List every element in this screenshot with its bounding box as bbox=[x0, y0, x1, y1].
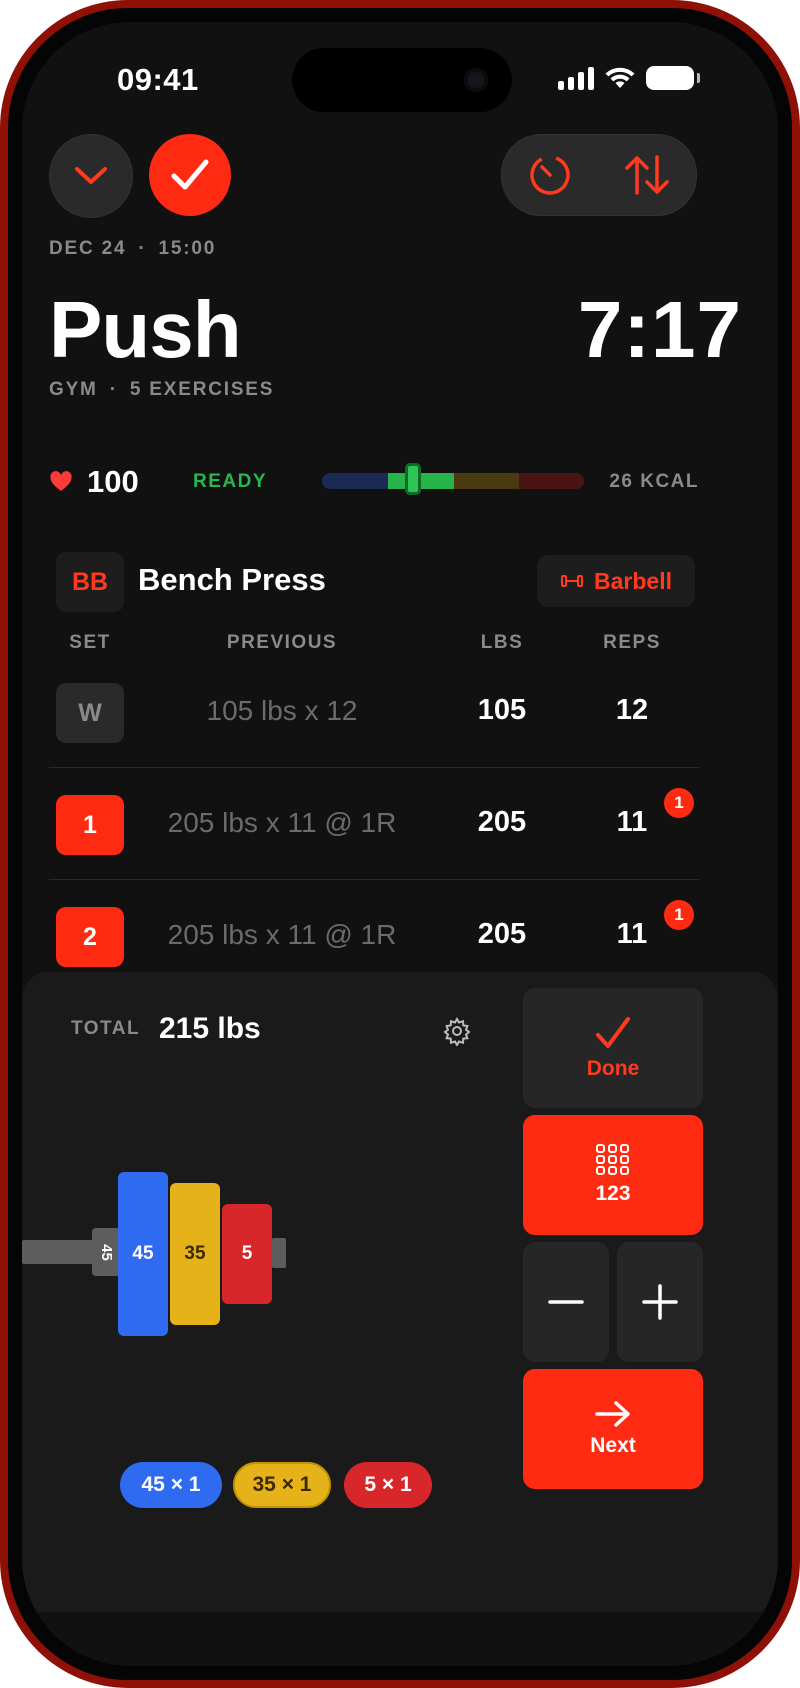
separator-dot: · bbox=[138, 238, 147, 259]
intensity-bar bbox=[322, 473, 584, 489]
set-row-warmup: W 105 lbs x 12 105 12 bbox=[22, 667, 778, 777]
header-set: SET bbox=[69, 632, 111, 653]
weight-value[interactable]: 205 bbox=[452, 918, 552, 951]
barbell-end bbox=[272, 1238, 286, 1268]
barbell-shaft bbox=[22, 1240, 102, 1264]
plate-calculator-sheet: TOTAL 215 lbs 45 45 35 5 45 × 1 35 × 1 5… bbox=[22, 972, 778, 1612]
plate-chip-35[interactable]: 35 × 1 bbox=[233, 1462, 331, 1508]
previous-value[interactable]: 205 lbs x 11 @ 1R bbox=[162, 807, 402, 839]
set-number-badge[interactable]: 1 bbox=[56, 795, 124, 855]
workout-date: DEC 24 bbox=[49, 238, 127, 259]
reps-value[interactable]: 12 bbox=[582, 694, 682, 727]
done-label: Done bbox=[586, 1057, 640, 1080]
total-label: TOTAL bbox=[71, 1018, 141, 1039]
plus-icon bbox=[642, 1284, 678, 1320]
signal-icon bbox=[558, 66, 594, 90]
workout-start-time: 15:00 bbox=[158, 238, 217, 259]
workout-title[interactable]: Push bbox=[49, 284, 242, 376]
chevron-down-icon bbox=[75, 167, 107, 184]
notification-badge[interactable]: 1 bbox=[664, 900, 694, 930]
row-divider bbox=[49, 767, 699, 768]
set-number-badge[interactable]: 2 bbox=[56, 907, 124, 967]
previous-value[interactable]: 205 lbs x 11 @ 1R bbox=[162, 919, 402, 951]
app-screen: 09:41 DEC 24 · 15:00 Push 7:17 GYM · 5 E… bbox=[22, 22, 778, 1666]
phone-bezel: 09:41 DEC 24 · 15:00 Push 7:17 GYM · 5 E… bbox=[8, 8, 792, 1680]
increment-button[interactable] bbox=[617, 1242, 703, 1362]
total-value: 215 lbs bbox=[159, 1012, 261, 1045]
checkmark-icon bbox=[596, 1017, 630, 1048]
status-icons bbox=[558, 66, 700, 90]
camera-icon bbox=[464, 68, 488, 92]
workout-location: GYM bbox=[49, 379, 98, 400]
barbell-collar: 45 bbox=[92, 1228, 120, 1276]
numpad-label: 123 bbox=[595, 1182, 631, 1205]
set-type-badge[interactable]: W bbox=[56, 683, 124, 743]
battery-icon bbox=[646, 66, 700, 90]
separator-dot: · bbox=[109, 379, 118, 400]
notification-badge[interactable]: 1 bbox=[664, 788, 694, 818]
plate-chip-5[interactable]: 5 × 1 bbox=[344, 1462, 432, 1508]
workout-subtitle: GYM · 5 EXERCISES bbox=[49, 379, 274, 401]
arrow-right-icon bbox=[595, 1401, 630, 1427]
exercise-count: 5 EXERCISES bbox=[129, 379, 275, 400]
zone-label: READY bbox=[193, 471, 268, 492]
header-lbs: LBS bbox=[480, 632, 524, 653]
phone-frame: 09:41 DEC 24 · 15:00 Push 7:17 GYM · 5 E… bbox=[0, 0, 800, 1688]
timer-icon[interactable] bbox=[528, 153, 572, 197]
equipment-button[interactable]: Barbell bbox=[537, 555, 695, 607]
tools-pill bbox=[501, 134, 697, 216]
plate-35: 35 bbox=[170, 1183, 220, 1325]
next-label: Next bbox=[590, 1434, 636, 1457]
vitals-row: 100 READY 26 KCAL bbox=[49, 459, 699, 505]
gear-icon[interactable] bbox=[442, 1016, 472, 1046]
exercise-badge[interactable]: BB bbox=[56, 552, 124, 612]
minus-icon bbox=[548, 1300, 584, 1304]
dynamic-island bbox=[292, 48, 512, 112]
weight-value[interactable]: 205 bbox=[452, 806, 552, 839]
plate-45: 45 bbox=[118, 1172, 168, 1336]
wifi-icon bbox=[605, 67, 635, 88]
heart-rate-value: 100 bbox=[87, 464, 139, 499]
weight-value[interactable]: 105 bbox=[452, 694, 552, 727]
kcal-value: 26 KCAL bbox=[609, 471, 699, 492]
header-previous: PREVIOUS bbox=[226, 632, 338, 653]
equipment-label: Barbell bbox=[594, 567, 672, 594]
status-time: 09:41 bbox=[117, 62, 199, 97]
intensity-marker bbox=[405, 463, 421, 495]
plate-chip-45[interactable]: 45 × 1 bbox=[120, 1462, 222, 1508]
bar-weight-label: 45 bbox=[97, 1243, 115, 1261]
decrement-button[interactable] bbox=[523, 1242, 609, 1362]
checkmark-icon bbox=[171, 159, 209, 190]
keypad-grid-icon bbox=[596, 1144, 629, 1175]
next-button[interactable]: Next bbox=[523, 1369, 703, 1489]
exercise-name[interactable]: Bench Press bbox=[138, 562, 326, 598]
collapse-button[interactable] bbox=[49, 134, 133, 218]
workout-datetime: DEC 24 · 15:00 bbox=[49, 238, 216, 260]
previous-value[interactable]: 105 lbs x 12 bbox=[162, 695, 402, 727]
header-reps: REPS bbox=[603, 632, 661, 653]
reorder-icon[interactable] bbox=[623, 153, 671, 197]
set-row-1: 1 205 lbs x 11 @ 1R 205 11 1 bbox=[22, 779, 778, 889]
plate-5: 5 bbox=[222, 1204, 272, 1304]
row-divider bbox=[49, 879, 699, 880]
dumbbell-icon bbox=[561, 575, 583, 587]
heart-icon bbox=[50, 471, 72, 491]
finish-workout-button[interactable] bbox=[149, 134, 231, 216]
numpad-button[interactable]: 123 bbox=[523, 1115, 703, 1235]
done-button[interactable]: Done bbox=[523, 988, 703, 1108]
workout-timer: 7:17 bbox=[577, 285, 742, 374]
